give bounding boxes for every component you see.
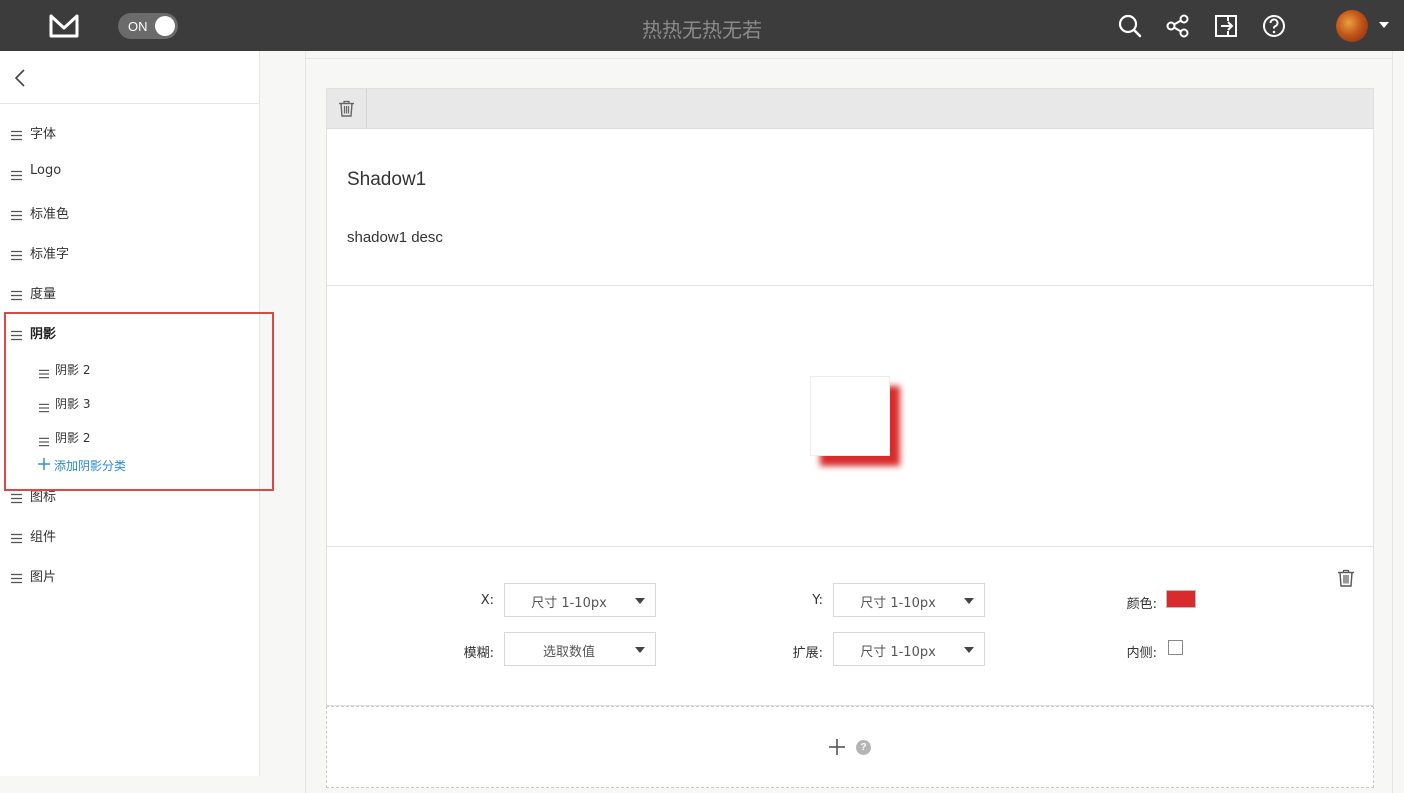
shadow-name[interactable]: Shadow1 [347, 169, 426, 191]
caret-down-icon [964, 598, 974, 604]
sidebar-item[interactable]: 标准色 [0, 197, 259, 227]
search-icon[interactable] [1117, 13, 1143, 39]
y-offset-select[interactable]: 尺寸 1-10px [833, 583, 985, 617]
sidebar-item-label: 字体 [30, 127, 57, 142]
shadow-subcategory-item[interactable]: 阴影 2 [30, 356, 250, 382]
help-icon[interactable] [1261, 13, 1287, 39]
card-divider [327, 285, 1373, 286]
chevron-down-icon[interactable] [1379, 22, 1389, 28]
delete-card-button[interactable] [327, 89, 367, 128]
toggle-knob [155, 16, 175, 36]
y-offset-value: 尺寸 1-10px [860, 596, 936, 611]
sidebar-item[interactable]: 标准字 [0, 237, 259, 267]
blur-select[interactable]: 选取数值 [504, 632, 656, 666]
blur-value: 选取数值 [542, 645, 595, 660]
sidebar-item-label: 标准字 [30, 247, 70, 262]
sidebar-item-label: 图片 [30, 570, 57, 585]
add-shadow-category-label: 添加阴影分类 [54, 459, 127, 473]
sidebar-item-label: 标准色 [30, 207, 70, 222]
shadow-subcategory-label: 阴影 2 [55, 431, 91, 445]
on-off-toggle[interactable]: ON [118, 13, 178, 39]
card-divider [327, 546, 1373, 547]
page-title: 热热无热无若 [642, 18, 762, 42]
sidebar-item[interactable]: 组件 [0, 520, 259, 550]
top-bar: ON 热热无热无若 [0, 0, 1404, 51]
blur-label: 模糊: [463, 646, 494, 661]
caret-down-icon [635, 598, 645, 604]
drag-handle-icon[interactable] [39, 432, 49, 447]
spread-label: 扩展: [792, 646, 823, 661]
sidebar-item[interactable]: 阴影 [0, 317, 259, 347]
spread-select[interactable]: 尺寸 1-10px [833, 632, 985, 666]
x-offset-value: 尺寸 1-10px [531, 596, 607, 611]
sidebar-item[interactable]: 图片 [0, 560, 259, 590]
drag-handle-icon[interactable] [39, 364, 49, 379]
sidebar-item-label: 组件 [30, 530, 57, 545]
drag-handle-icon[interactable] [11, 529, 22, 544]
card-toolbar [327, 89, 1373, 129]
content-divider [306, 58, 1393, 59]
color-label: 颜色: [1126, 597, 1157, 612]
shadow-preview [810, 376, 890, 456]
shadow-subcategory-label: 阴影 3 [55, 397, 91, 411]
user-avatar[interactable] [1336, 10, 1368, 42]
shadow-subcategory-label: 阴影 2 [55, 363, 91, 377]
share-icon[interactable] [1165, 13, 1191, 39]
sidebar-item-label: 阴影 [30, 327, 57, 342]
inset-label: 内侧: [1126, 646, 1157, 661]
color-swatch[interactable] [1166, 590, 1196, 608]
shadow-subcategory-item[interactable]: 阴影 3 [30, 390, 250, 416]
drag-handle-icon[interactable] [39, 398, 49, 413]
export-icon[interactable] [1213, 13, 1239, 39]
x-offset-select[interactable]: 尺寸 1-10px [504, 583, 656, 617]
drag-handle-icon[interactable] [11, 126, 22, 141]
sidebar-item[interactable]: 字体 [0, 117, 259, 147]
sidebar-item-label: Logo [30, 163, 62, 178]
sidebar-item[interactable]: Logo [0, 157, 259, 187]
trash-icon [339, 100, 354, 117]
chevron-left-icon[interactable] [10, 67, 30, 89]
shadow-description[interactable]: shadow1 desc [347, 229, 443, 246]
sidebar-item[interactable]: 图标 [0, 480, 259, 510]
drag-handle-icon[interactable] [11, 286, 22, 301]
plus-icon [829, 739, 845, 755]
drag-handle-icon[interactable] [11, 206, 22, 221]
sidebar-item-label: 度量 [30, 287, 57, 302]
plus-icon [38, 458, 50, 470]
mockplus-logo-icon[interactable] [48, 12, 80, 40]
y-offset-label: Y: [812, 593, 823, 608]
drag-handle-icon[interactable] [11, 489, 22, 504]
shadow-subcategory-item[interactable]: 阴影 2 [30, 424, 250, 450]
inset-checkbox[interactable] [1168, 640, 1183, 655]
shadow-card: Shadow1 shadow1 desc X: 尺寸 1-10px Y: 尺寸 … [326, 88, 1374, 706]
caret-down-icon [635, 647, 645, 653]
sidebar-item[interactable]: 度量 [0, 277, 259, 307]
sidebar: 字体 Logo 标准色标准字度量阴影图标组件图片 阴影 2 阴影 3 阴影 2 添加阴影… [0, 51, 260, 776]
caret-down-icon [964, 647, 974, 653]
sidebar-item-label: 图标 [30, 490, 57, 505]
toggle-label: ON [128, 19, 148, 34]
spread-value: 尺寸 1-10px [860, 645, 936, 660]
drag-handle-icon[interactable] [11, 246, 22, 261]
sidebar-divider [0, 103, 259, 104]
trash-icon[interactable] [1337, 569, 1355, 587]
help-icon[interactable]: ? [856, 740, 871, 755]
add-shadow-zone[interactable]: ? [326, 706, 1374, 788]
drag-handle-icon[interactable] [11, 569, 22, 584]
drag-handle-icon[interactable] [11, 326, 22, 341]
drag-handle-icon[interactable] [11, 166, 22, 181]
x-offset-label: X: [480, 593, 494, 608]
